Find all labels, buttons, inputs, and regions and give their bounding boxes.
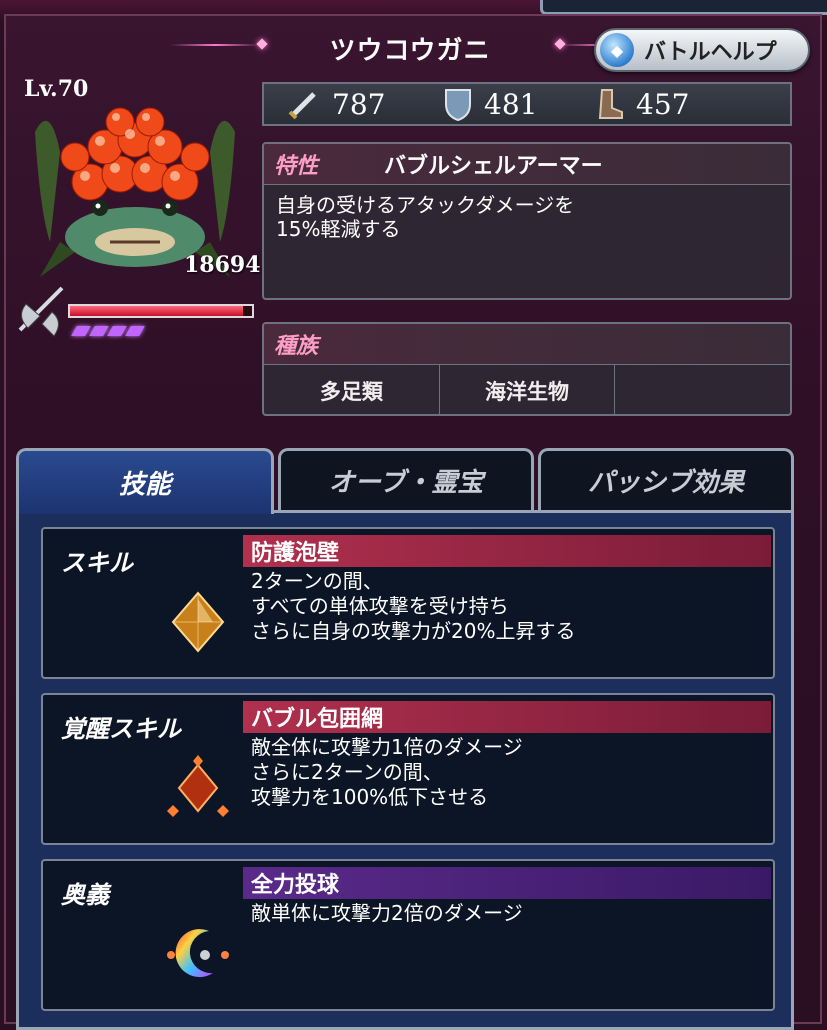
skill-desc-line: 敵単体に攻撃力2倍のダメージ <box>251 901 523 925</box>
race-label: 種族 <box>274 333 319 359</box>
trait-label: 特性 <box>274 153 319 179</box>
tab-skills[interactable]: 技能 <box>16 448 274 514</box>
skill-name: 防護泡壁 <box>243 535 771 567</box>
race-cell: 多足類 <box>264 365 440 414</box>
trait-box: 特性 バブルシェルアーマー 自身の受けるアタックダメージを 15%軽減する <box>262 142 792 300</box>
rainbow-crescent-icon <box>167 929 229 978</box>
skill-description: 2ターンの間、 すべての単体攻撃を受け持ち さらに自身の攻撃力が20%上昇する <box>251 569 575 644</box>
ultimate-skill-card[interactable]: 奥義 全力投球 敵単体に攻撃力2倍のダメージ <box>41 859 775 1011</box>
amber-crystal-icon <box>171 591 225 653</box>
red-crystal-cluster-icon <box>167 755 229 817</box>
skill-description: 敵単体に攻撃力2倍のダメージ <box>251 901 523 926</box>
detail-tabs: 技能 オーブ・霊宝 パッシブ効果 スキル 防護泡壁 2ターンの間、 すべての単体… <box>14 448 796 1030</box>
skill-name: バブル包囲網 <box>243 701 771 733</box>
trait-desc-line: 15%軽減する <box>276 217 401 241</box>
defense-value: 481 <box>484 87 538 121</box>
speed-stat: 457 <box>594 86 689 122</box>
charge-gauge <box>71 326 145 336</box>
help-icon: ◆ <box>600 33 634 67</box>
race-cell: 海洋生物 <box>440 365 616 414</box>
attack-stat: 787 <box>286 86 385 122</box>
shield-icon <box>445 89 471 122</box>
axe-weapon-icon <box>18 286 64 337</box>
hp-bar-fill <box>70 306 243 316</box>
skill-name: 全力投球 <box>243 867 771 899</box>
trait-desc-line: 自身の受けるアタックダメージを <box>276 193 575 217</box>
skill-desc-line: 2ターンの間、 <box>251 569 383 593</box>
awakened-skill-card[interactable]: 覚醒スキル バブル包囲網 敵全体に攻撃力1倍のダメージ さらに2ターンの間、 攻… <box>41 693 775 845</box>
sword-icon <box>288 92 316 120</box>
trait-name: バブルシェルアーマー <box>384 154 603 179</box>
charge-pip <box>71 326 91 336</box>
skill-description: 敵全体に攻撃力1倍のダメージ さらに2ターンの間、 攻撃力を100%低下させる <box>251 735 523 810</box>
tab-orb-treasure[interactable]: オーブ・霊宝 <box>278 448 534 510</box>
unit-name: ツウコウガニ <box>329 36 491 66</box>
race-header: 種族 <box>264 324 790 365</box>
skill-card[interactable]: スキル 防護泡壁 2ターンの間、 すべての単体攻撃を受け持ち さらに自身の攻撃力… <box>41 527 775 679</box>
race-box: 種族 多足類 海洋生物 <box>262 322 792 416</box>
tab-passive[interactable]: パッシブ効果 <box>538 448 794 510</box>
charge-pip <box>107 326 127 336</box>
charge-pip <box>125 326 145 336</box>
race-row: 多足類 海洋生物 <box>264 365 790 414</box>
hp-bar <box>68 304 254 318</box>
attack-value: 787 <box>332 87 386 121</box>
skills-tab-body: スキル 防護泡壁 2ターンの間、 すべての単体攻撃を受け持ち さらに自身の攻撃力… <box>16 510 794 1030</box>
skill-desc-line: さらに2ターンの間、 <box>251 760 443 784</box>
trait-header: 特性 バブルシェルアーマー <box>264 144 790 185</box>
charge-pip <box>89 326 109 336</box>
skill-desc-line: 敵全体に攻撃力1倍のダメージ <box>251 735 523 759</box>
skill-desc-line: 攻撃力を100%低下させる <box>251 785 489 809</box>
skill-desc-line: さらに自身の攻撃力が20%上昇する <box>251 619 576 643</box>
defense-stat: 481 <box>442 86 537 122</box>
race-cell <box>615 365 790 414</box>
title-ornament-left <box>170 44 260 46</box>
boot-icon <box>598 89 623 119</box>
skill-type-label: 奥義 <box>61 880 109 909</box>
battle-help-label: バトルヘルプ <box>644 40 777 65</box>
battle-help-button[interactable]: ◆ バトルヘルプ <box>594 28 810 72</box>
skill-type-label: 覚醒スキル <box>61 714 181 743</box>
hp-value: 18694 <box>184 252 261 278</box>
top-frame <box>540 0 827 15</box>
stats-bar: 787 481 457 <box>262 82 792 126</box>
trait-description: 自身の受けるアタックダメージを 15%軽減する <box>264 185 790 249</box>
skill-desc-line: すべての単体攻撃を受け持ち <box>251 594 509 618</box>
skill-type-label: スキル <box>61 548 133 577</box>
speed-value: 457 <box>636 87 690 121</box>
